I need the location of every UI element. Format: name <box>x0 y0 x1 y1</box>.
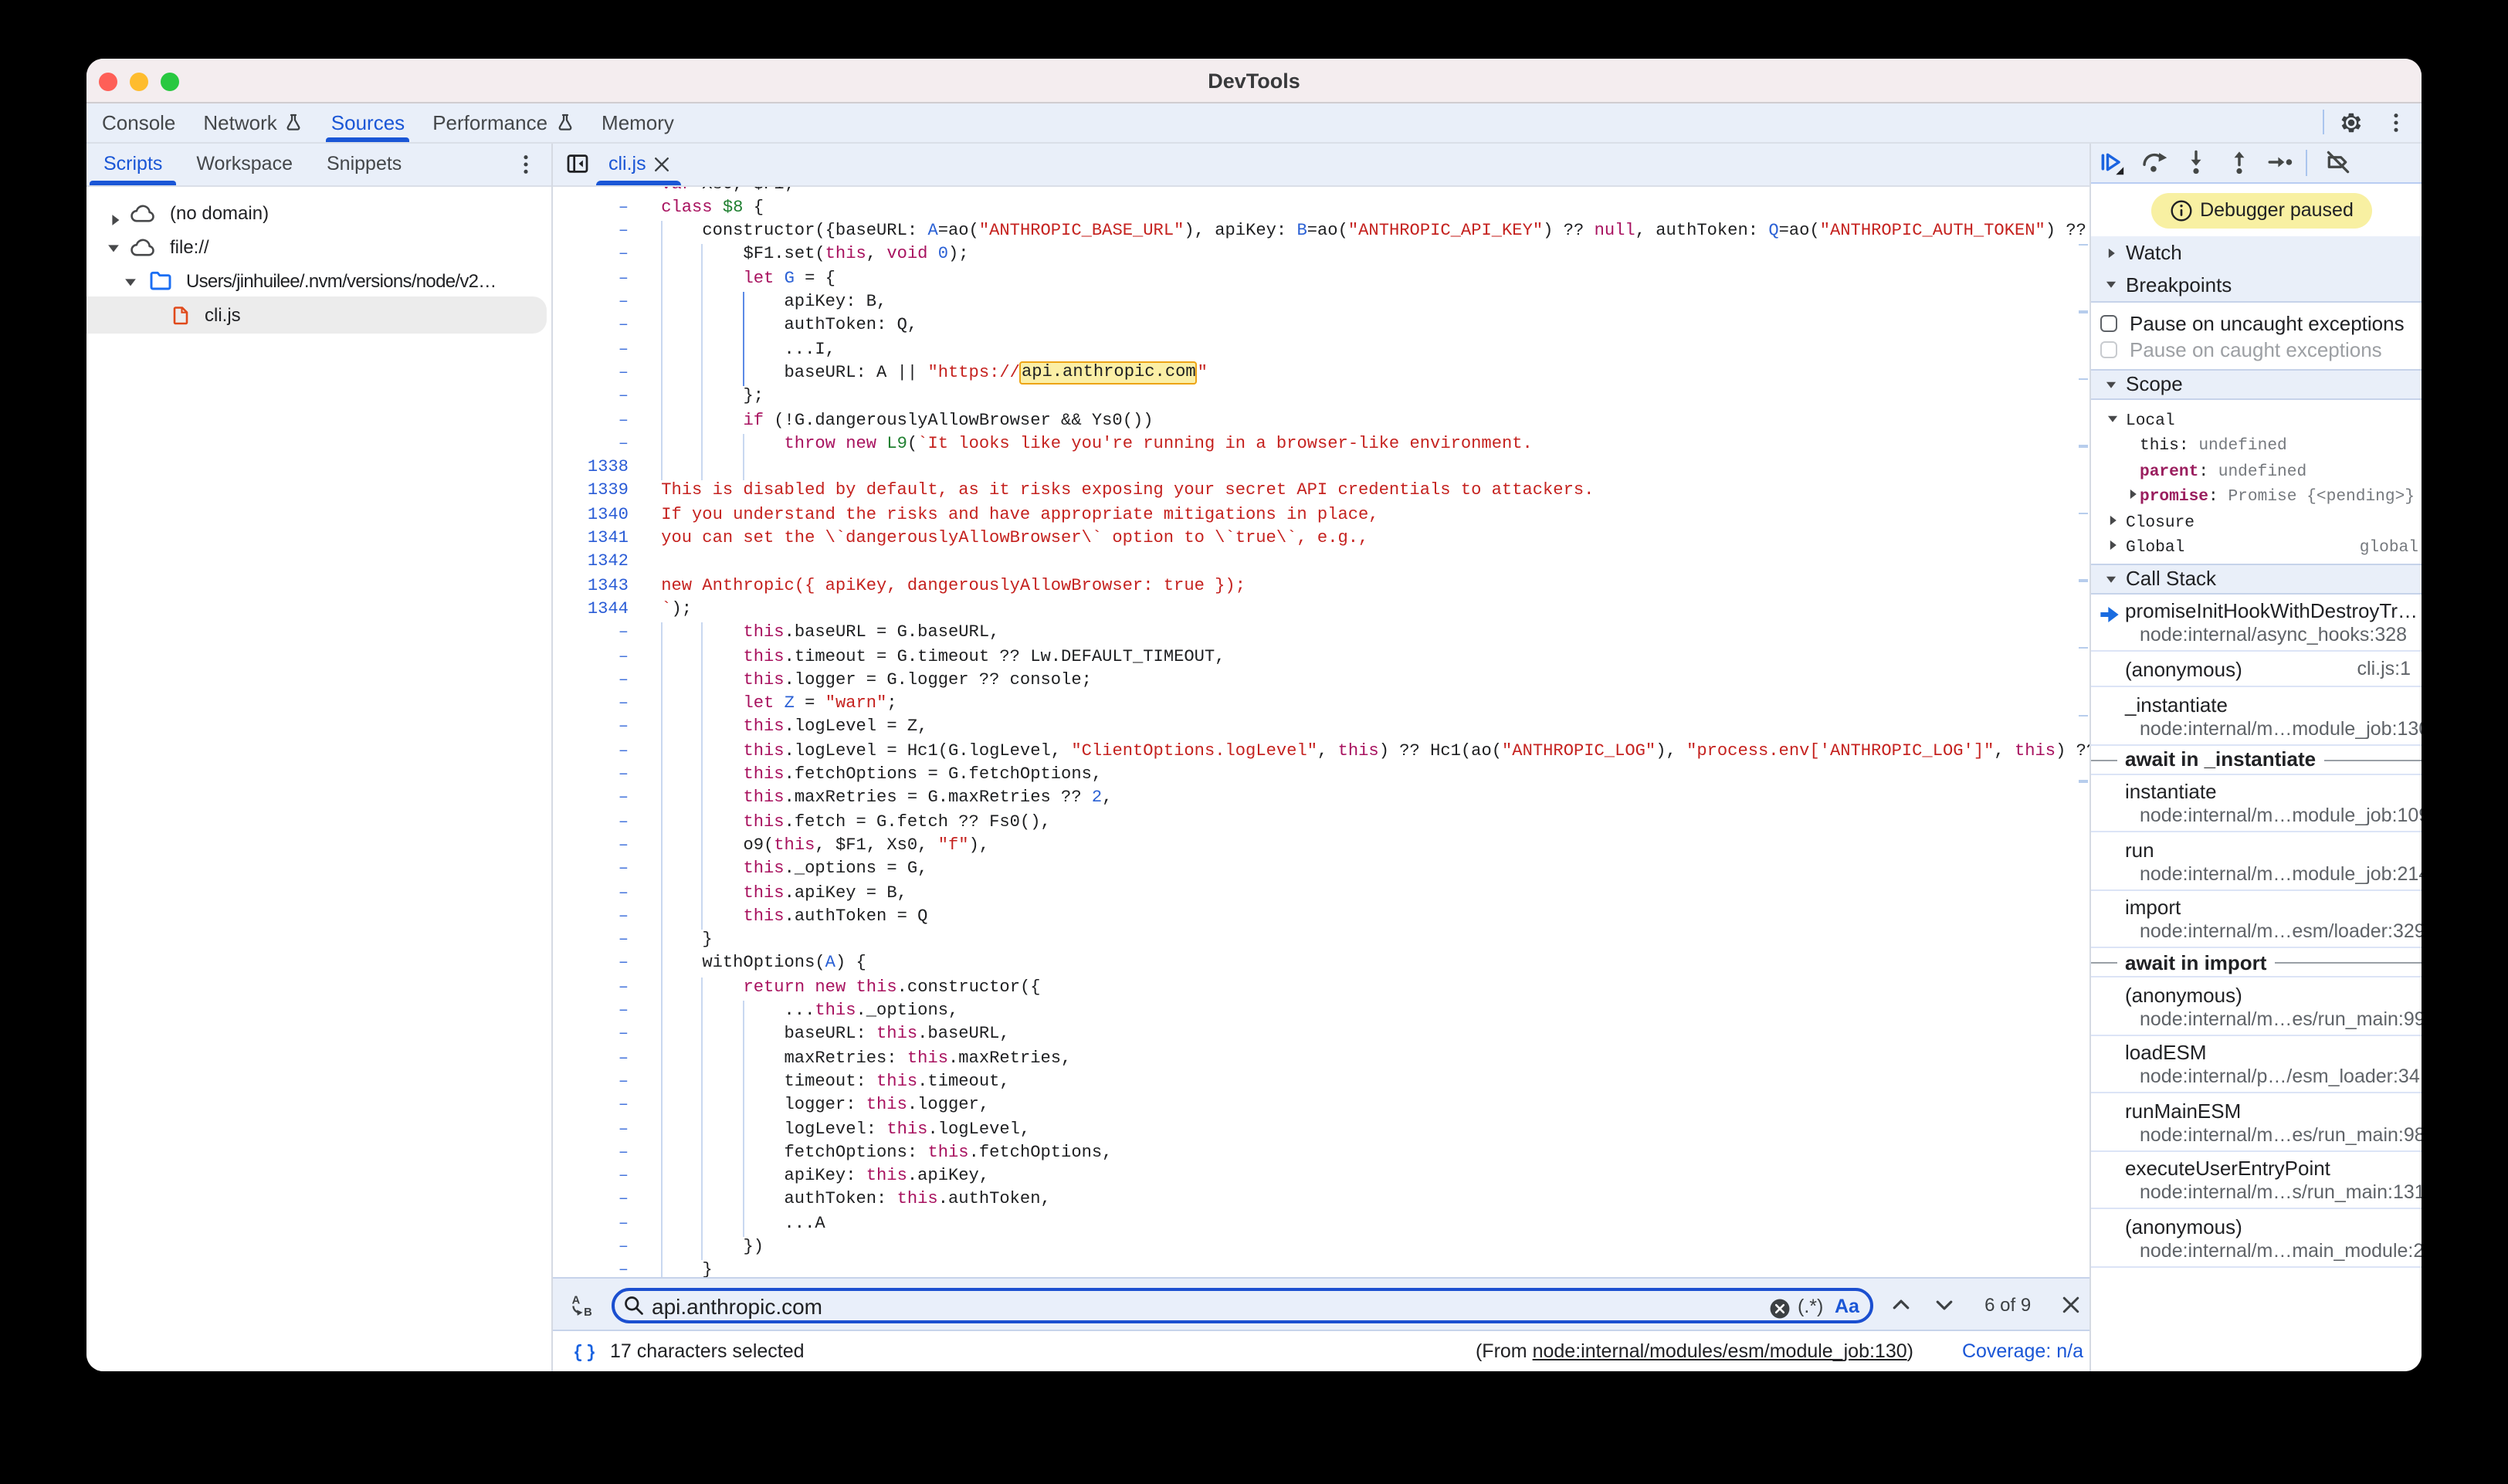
svg-text:B: B <box>584 1307 592 1318</box>
svg-text:A: A <box>572 1295 581 1307</box>
